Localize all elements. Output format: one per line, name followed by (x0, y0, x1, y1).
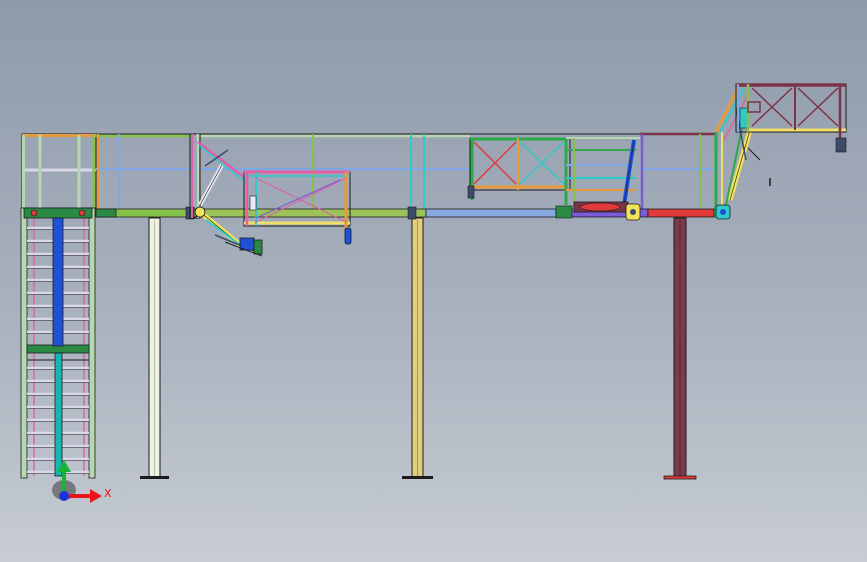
origin-dot (59, 491, 69, 501)
left-gangway-arm[interactable] (189, 133, 263, 257)
stair-stringer-left (20, 207, 28, 479)
support-columns (140, 217, 697, 480)
stair-tower[interactable] (20, 133, 97, 479)
center-cage[interactable] (243, 170, 352, 245)
upper-platform[interactable] (735, 83, 847, 153)
stair-stringer-right (88, 207, 96, 479)
right-gangway-arm[interactable] (714, 84, 771, 220)
column-middle-base (402, 476, 433, 479)
coordinate-triad: X (52, 460, 112, 503)
cad-viewport[interactable]: X (0, 0, 867, 562)
stair-center-post-lower (54, 352, 63, 477)
platform-assembly-drawing: X (20, 83, 847, 503)
column-left-base (140, 476, 169, 479)
deck-beam-center (195, 208, 427, 218)
deck-beam-mid (425, 208, 557, 218)
deck-beam-right (647, 208, 715, 218)
right-frame[interactable] (467, 137, 641, 221)
x-axis-label: X (104, 487, 112, 500)
stair-center-post-upper (52, 217, 64, 347)
column-right-base (663, 475, 697, 480)
